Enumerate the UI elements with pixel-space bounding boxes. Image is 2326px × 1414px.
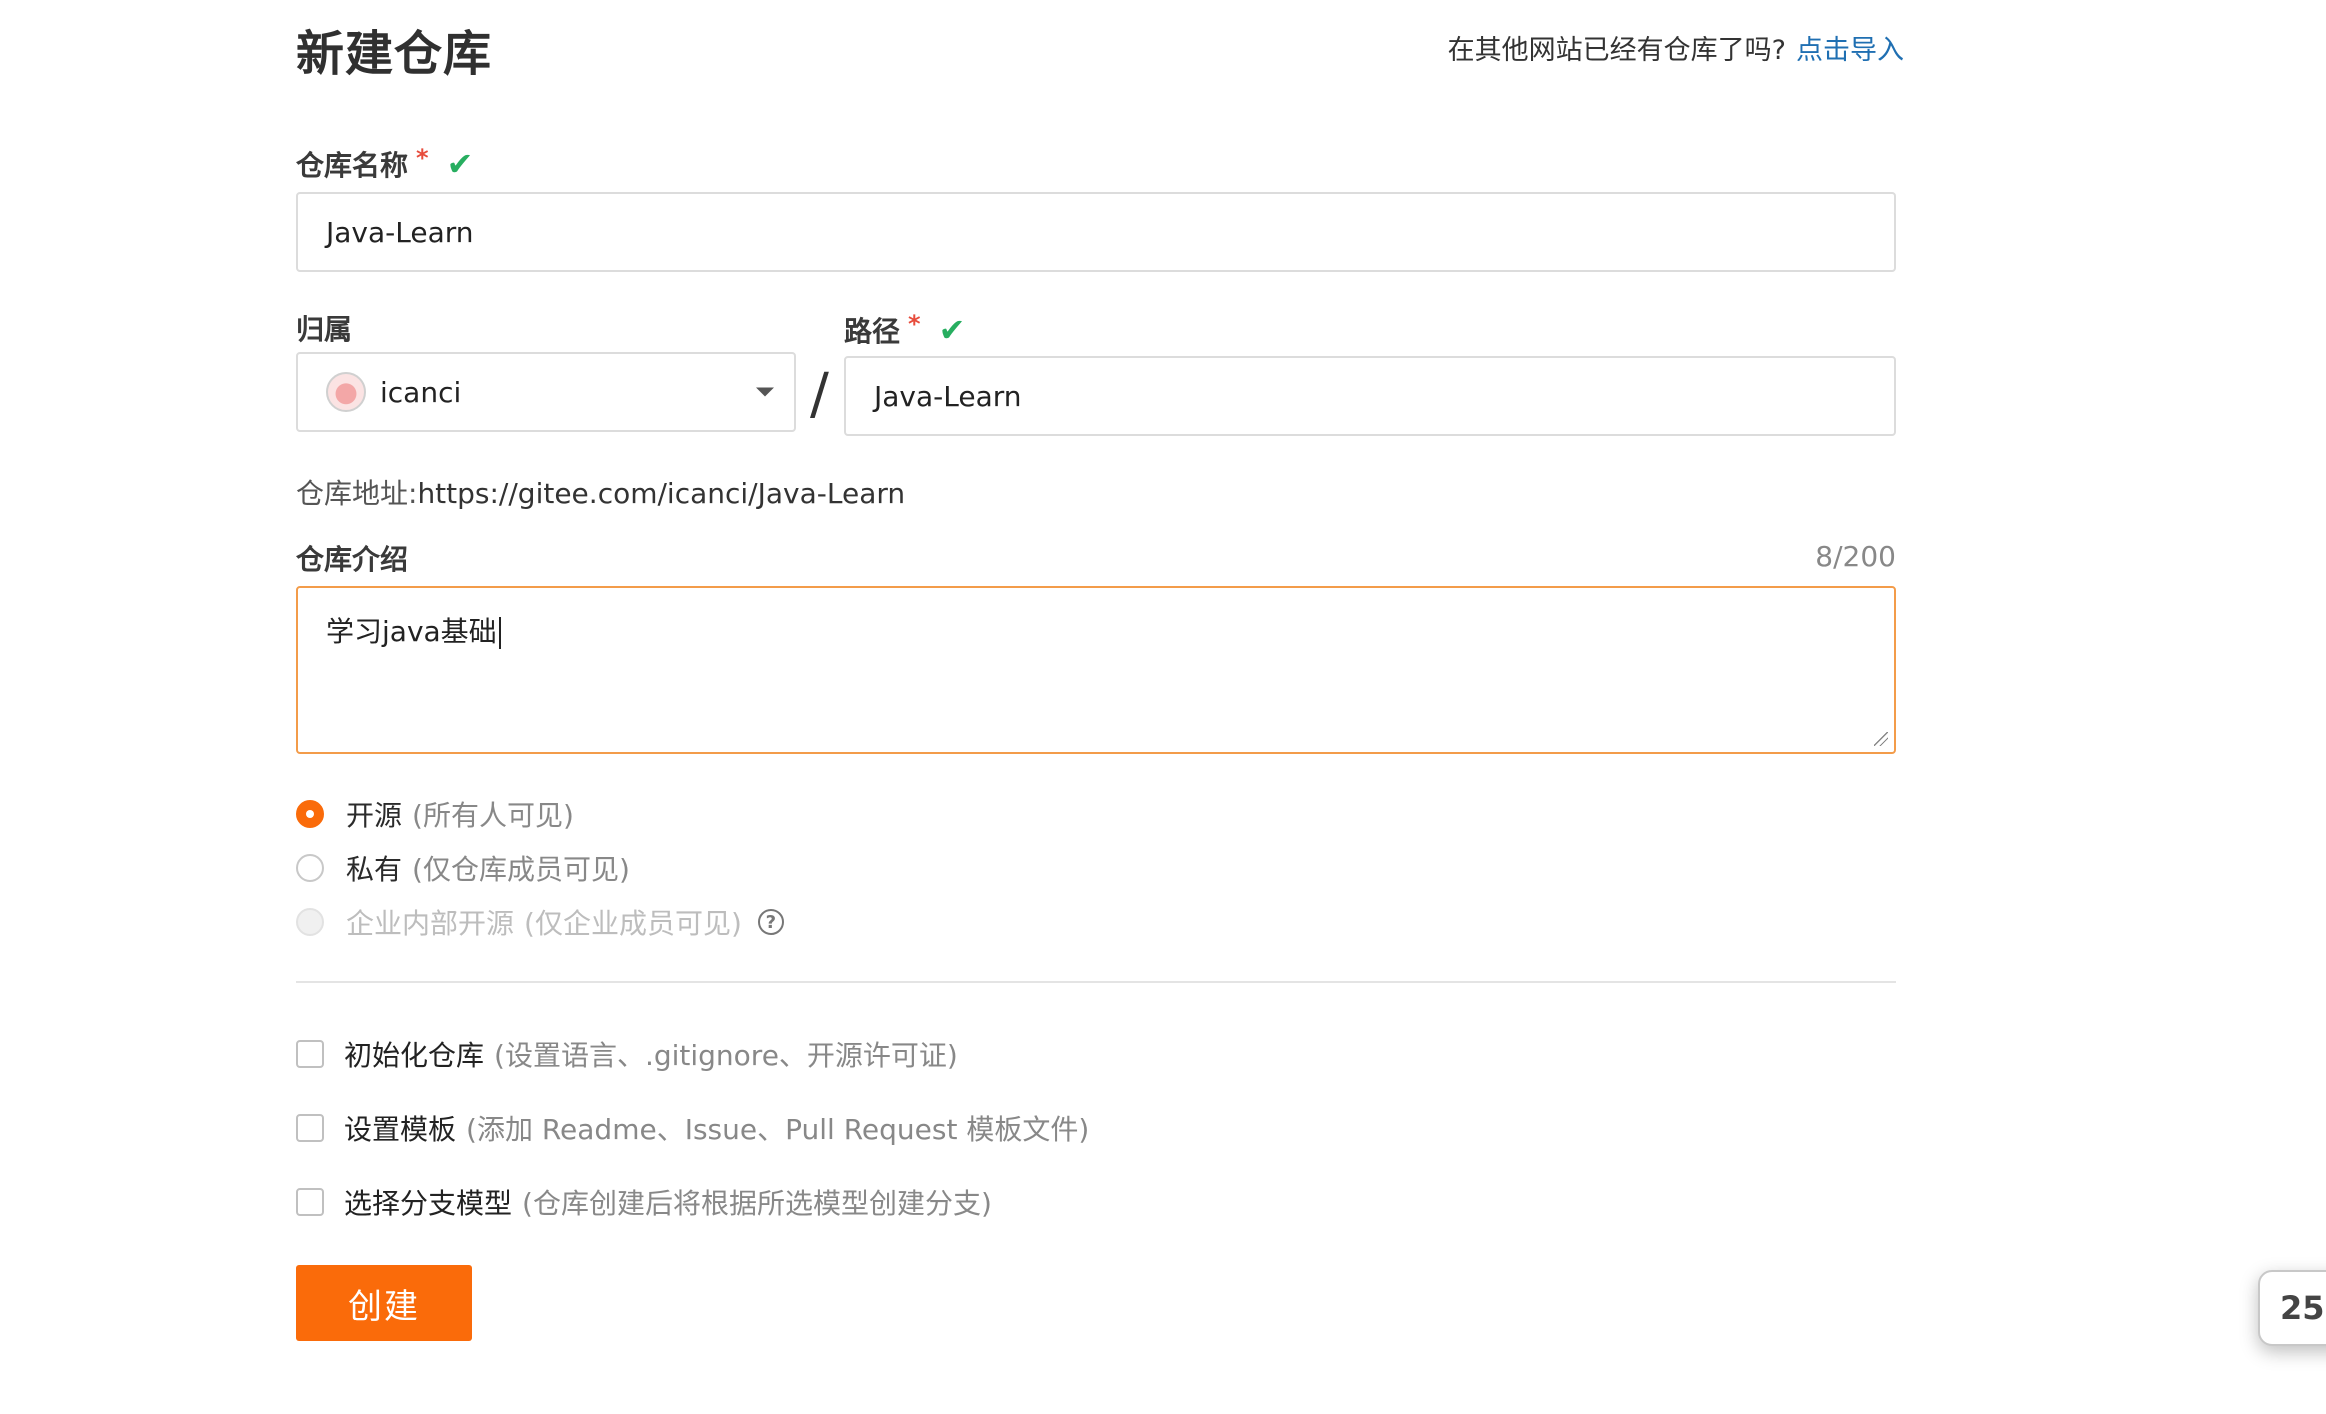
avatar bbox=[326, 372, 366, 412]
repo-address-prefix: 仓库地址: bbox=[296, 477, 418, 510]
radio-enterprise: 企业内部开源 (仅企业成员可见) ? bbox=[296, 902, 784, 942]
path-value: Java-Learn bbox=[874, 379, 1022, 413]
radio-private-hint: (仅仓库成员可见) bbox=[412, 853, 630, 886]
repo-address-url: https://gitee.com/icanci/Java-Learn bbox=[417, 477, 906, 510]
option-branch-label: 选择分支模型 bbox=[344, 1187, 513, 1220]
resize-handle[interactable] bbox=[1874, 732, 1888, 746]
option-init-repo[interactable]: 初始化仓库 (设置语言、.gitignore、开源许可证) bbox=[296, 1034, 958, 1074]
radio-public-label: 开源 bbox=[346, 799, 403, 832]
import-prompt: 在其他网站已经有仓库了吗? 点击导入 bbox=[1448, 28, 1904, 67]
option-init-label: 初始化仓库 bbox=[344, 1039, 485, 1072]
floating-timer[interactable]: 25: bbox=[2258, 1270, 2326, 1346]
required-marker: * bbox=[416, 144, 429, 172]
caret-down-icon bbox=[756, 387, 774, 397]
radio-button-selected[interactable] bbox=[296, 800, 324, 828]
import-question: 在其他网站已经有仓库了吗? bbox=[1447, 35, 1786, 66]
owner-label: 归属 bbox=[296, 313, 353, 346]
page-title: 新建仓库 bbox=[296, 26, 493, 82]
option-template-hint: (添加 Readme、Issue、Pull Request 模板文件) bbox=[466, 1113, 1090, 1146]
option-template[interactable]: 设置模板 (添加 Readme、Issue、Pull Request 模板文件) bbox=[296, 1108, 1089, 1148]
path-label: 路径 * ✔ bbox=[844, 310, 965, 350]
question-circle-icon[interactable]: ? bbox=[757, 909, 784, 935]
option-branch-model[interactable]: 选择分支模型 (仓库创建后将根据所选模型创建分支) bbox=[296, 1182, 992, 1222]
radio-button-disabled bbox=[296, 908, 324, 936]
check-icon: ✔ bbox=[938, 311, 966, 349]
path-input[interactable]: Java-Learn bbox=[844, 356, 1896, 436]
text-caret bbox=[498, 617, 501, 649]
repo-name-value: Java-Learn bbox=[326, 215, 474, 249]
radio-public[interactable]: 开源 (所有人可见) bbox=[296, 794, 574, 834]
repo-name-label: 仓库名称 * ✔ bbox=[296, 144, 473, 184]
required-marker: * bbox=[908, 310, 921, 338]
create-button[interactable]: 创建 bbox=[296, 1265, 472, 1341]
radio-enterprise-hint: (仅企业成员可见) bbox=[524, 907, 742, 940]
radio-enterprise-label: 企业内部开源 bbox=[346, 907, 515, 940]
char-counter: 8/200 bbox=[1815, 540, 1896, 573]
checkbox[interactable] bbox=[296, 1188, 324, 1216]
owner-select[interactable]: icanci bbox=[296, 352, 796, 432]
checkbox[interactable] bbox=[296, 1114, 324, 1142]
radio-public-hint: (所有人可见) bbox=[412, 799, 574, 832]
divider bbox=[296, 981, 1896, 983]
radio-private[interactable]: 私有 (仅仓库成员可见) bbox=[296, 848, 630, 888]
repo-name-label-text: 仓库名称 bbox=[296, 149, 409, 182]
radio-button[interactable] bbox=[296, 854, 324, 882]
repo-name-input[interactable]: Java-Learn bbox=[296, 192, 1896, 272]
description-value: 学习java基础 bbox=[326, 615, 497, 648]
path-separator: / bbox=[810, 362, 829, 427]
description-label: 仓库介绍 bbox=[296, 543, 409, 576]
option-branch-hint: (仓库创建后将根据所选模型创建分支) bbox=[522, 1187, 992, 1220]
option-template-label: 设置模板 bbox=[344, 1113, 457, 1146]
checkbox[interactable] bbox=[296, 1040, 324, 1068]
radio-private-label: 私有 bbox=[346, 853, 403, 886]
repo-address: 仓库地址:https://gitee.com/icanci/Java-Learn bbox=[296, 472, 905, 512]
path-label-text: 路径 bbox=[844, 315, 901, 348]
description-textarea[interactable]: 学习java基础 bbox=[296, 586, 1896, 754]
owner-value: icanci bbox=[380, 375, 462, 409]
import-link[interactable]: 点击导入 bbox=[1796, 35, 1904, 66]
check-icon: ✔ bbox=[446, 145, 474, 183]
option-init-hint: (设置语言、.gitignore、开源许可证) bbox=[494, 1039, 958, 1072]
